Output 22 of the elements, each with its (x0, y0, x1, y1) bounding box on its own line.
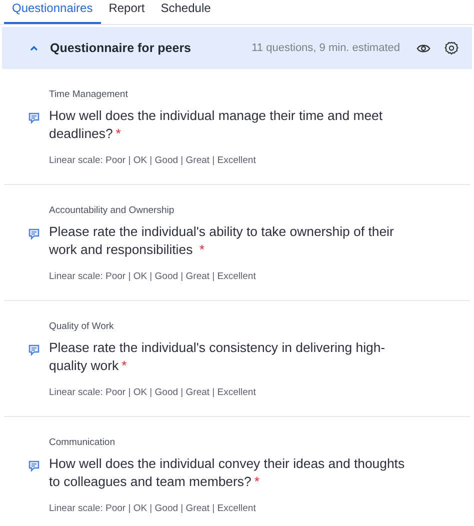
tab[interactable]: Schedule (152, 0, 219, 24)
questionnaire-summary: 11 questions, 9 min. estimated (252, 42, 400, 54)
question-text: How well does the individual manage their time and meet deadlines? * (49, 107, 384, 143)
question-category: Time Management (49, 89, 129, 100)
settings-icon[interactable] (444, 40, 459, 56)
comment-icon (28, 112, 40, 124)
comment-icon (28, 228, 40, 240)
tab[interactable]: Questionnaires (4, 0, 101, 24)
question-text: Please rate the individual's ability to take ownership of their work and responsibilities * (49, 223, 395, 259)
scale-description: Linear scale: Poor | OK | Good | Great | Excellent (49, 387, 257, 398)
scale-description: Linear scale: Poor | OK | Good | Great | Excellent (49, 155, 257, 166)
scale-description: Linear scale: Poor | OK | Good | Great | Excellent (49, 271, 257, 282)
question-text: How well does the individual convey their ideas and thoughts to colleagues and team members? * (49, 455, 406, 491)
comment-icon (28, 460, 40, 472)
question-category: Communication (49, 437, 116, 448)
scale-description: Linear scale: Poor | OK | Good | Great | Excellent (49, 503, 257, 514)
tab[interactable]: Report (100, 0, 153, 24)
question-text: Please rate the individual's consistency in delivering high-quality work * (49, 339, 386, 375)
question-category: Accountability and Ownership (49, 205, 176, 216)
questionnaire-title: Questionnaire for peers (50, 41, 192, 55)
comment-icon (28, 344, 40, 356)
question-category: Quality of Work (49, 321, 115, 332)
